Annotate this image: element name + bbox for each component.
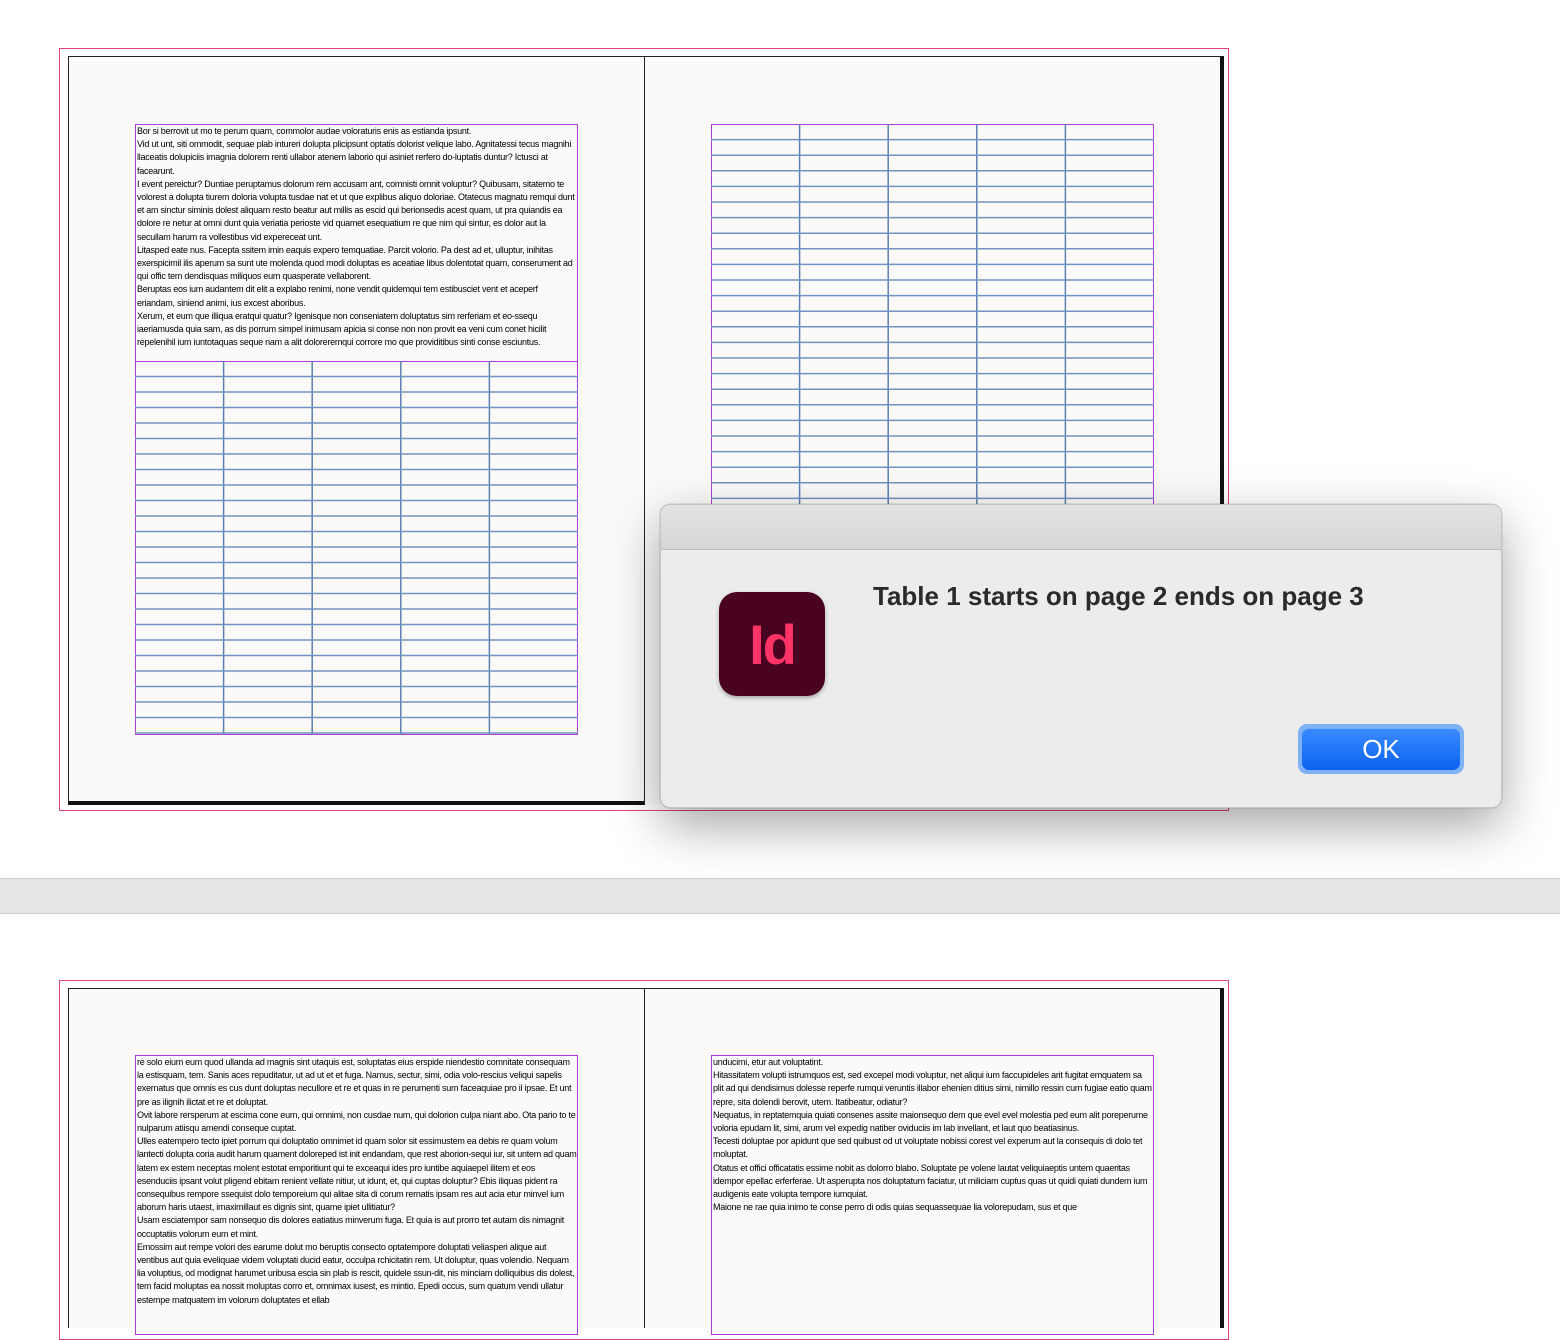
paragraph: I event pereictur? Duntiae peruptamus do… xyxy=(137,178,575,242)
indesign-app-icon: Id xyxy=(719,592,825,696)
paragraph: Usam esciatempor sam nonsequo dis dolore… xyxy=(137,1215,564,1239)
alert-dialog: Id Table 1 starts on page 2 ends on page… xyxy=(660,504,1502,808)
paragraph: unducimi, etur aut voluptatint. xyxy=(713,1057,823,1067)
ok-button[interactable]: OK xyxy=(1302,728,1460,770)
text-frame-page-2[interactable]: Bor si berrovit ut mo te perum quam, com… xyxy=(135,124,578,362)
text-frame-page-5[interactable]: unducimi, etur aut voluptatint. Hitassit… xyxy=(711,1055,1154,1335)
paragraph: Bor si berrovit ut mo te perum quam, com… xyxy=(137,126,472,136)
paragraph: Litasped eate nus. Facepta ssitem imin e… xyxy=(137,244,573,282)
text-frame-page-4[interactable]: re solo eium eum quod ullanda ad magnis … xyxy=(135,1055,578,1335)
paragraph: Hitassitatem volupti istrumquos est, sed… xyxy=(713,1070,1152,1107)
paragraph: Vid ut unt, siti ommodit, sequae plab in… xyxy=(137,139,572,176)
paragraph: re solo eium eum quod ullanda ad magnis … xyxy=(137,1057,572,1107)
paragraph: Otatus et offici officatatis essime nobi… xyxy=(713,1162,1148,1200)
table-border xyxy=(135,361,578,735)
paragraph: Tecesti doluptae por apidunt que sed qui… xyxy=(713,1136,1143,1160)
paragraph: Emossim aut rempe volori des earume dolu… xyxy=(137,1241,575,1305)
paragraph: Maione ne rae quia inimo te conse perro … xyxy=(713,1202,1077,1213)
app-icon-label: Id xyxy=(749,612,797,676)
paragraph: Ulles eatempero tecto ipiet porrum qui d… xyxy=(137,1136,577,1213)
dialog-message: Table 1 starts on page 2 ends on page 3 xyxy=(873,581,1364,611)
paragraph: Ovit labore rersperum at escima cone eum… xyxy=(137,1109,576,1134)
paragraph: Nequatus, in reptatemquia quiati consene… xyxy=(713,1109,1148,1134)
paragraph: Beruptas eos ium audantem dit elit a exp… xyxy=(137,284,538,308)
table-1-part-page-2[interactable] xyxy=(135,361,578,735)
paragraph: Xerum, et eum que illiqua eratqui quatur… xyxy=(137,310,547,348)
pasteboard-divider xyxy=(0,878,1560,914)
table-border xyxy=(711,124,1154,506)
dialog-titlebar[interactable] xyxy=(661,505,1501,550)
table-1-part-page-3[interactable] xyxy=(711,124,1154,506)
